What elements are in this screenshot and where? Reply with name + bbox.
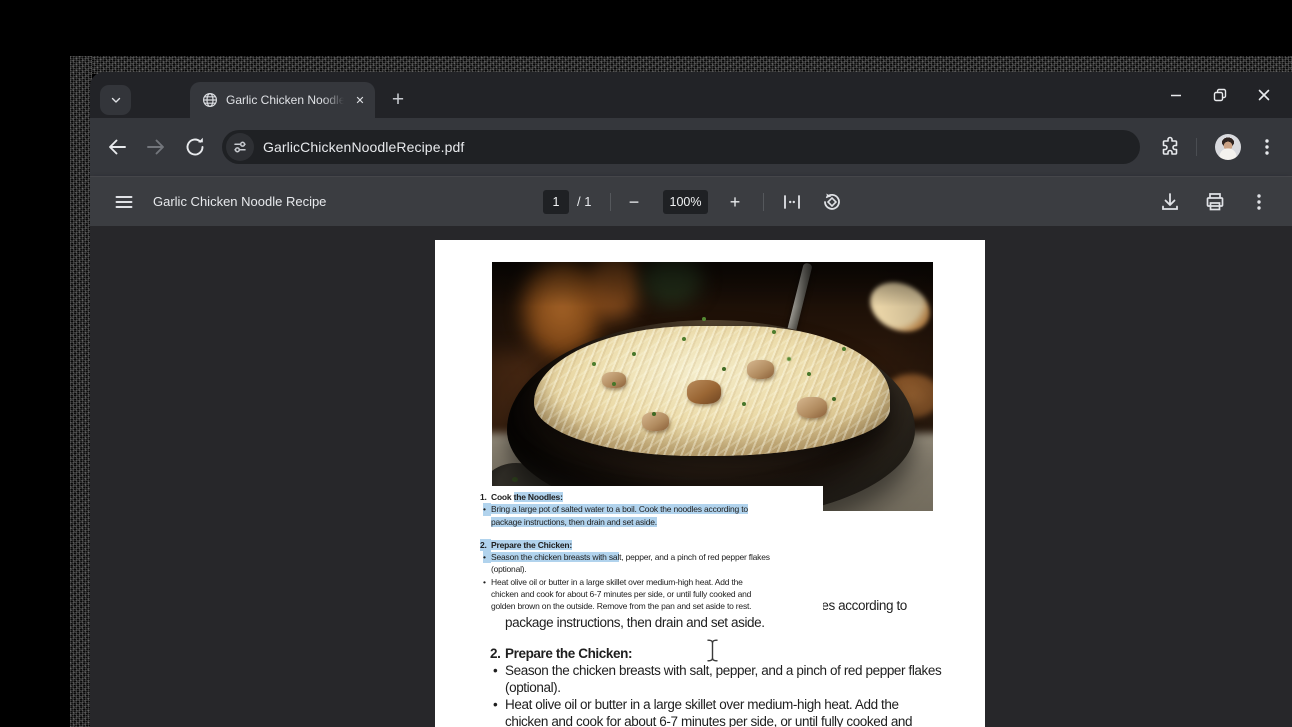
recipe-line: (optional). <box>491 563 823 575</box>
page-number-input[interactable]: 1 <box>543 190 569 214</box>
tab-search-button[interactable] <box>100 85 131 115</box>
kebab-icon <box>1255 135 1279 159</box>
pdf-toolbar-divider <box>763 193 764 211</box>
minimize-icon <box>1169 88 1183 102</box>
rotate-ccw-icon <box>820 190 844 214</box>
rotate-button[interactable] <box>820 190 844 214</box>
forward-button[interactable] <box>144 135 168 159</box>
close-icon <box>1257 88 1271 102</box>
recipe-line: •Heat olive oil or butter in a large ski… <box>483 576 823 588</box>
puzzle-icon <box>1158 135 1182 159</box>
url-text[interactable]: GarlicChickenNoodleRecipe.pdf <box>263 139 464 155</box>
pdf-toolbar: Garlic Chicken Noodle Recipe 1 / 1 − 100… <box>90 176 1292 226</box>
download-button[interactable] <box>1158 190 1182 214</box>
hamburger-icon <box>112 190 136 214</box>
close-window-button[interactable] <box>1242 72 1286 118</box>
zoom-level-input[interactable]: 100% <box>663 190 708 214</box>
back-button[interactable] <box>105 135 129 159</box>
pdf-toolbar-divider <box>610 193 611 211</box>
browser-toolbar: GarlicChickenNoodleRecipe.pdf <box>90 118 1292 176</box>
tab-garlic-chicken-noodle-recipe[interactable]: Garlic Chicken Noodle Recipe ✕ <box>190 82 375 118</box>
pdf-more-button[interactable] <box>1247 190 1271 214</box>
new-tab-button[interactable]: + <box>383 85 413 115</box>
download-icon <box>1158 190 1182 214</box>
minimize-button[interactable] <box>1154 72 1198 118</box>
recipe-line: •Bring a large pot of salted water to a … <box>483 503 823 515</box>
tab-strip: Garlic Chicken Noodle Recipe ✕ + <box>90 72 1292 118</box>
pdf-document-title: Garlic Chicken Noodle Recipe <box>153 177 326 227</box>
recipe-line: •Heat olive oil or butter in a large ski… <box>493 696 985 713</box>
recipe-line: (optional). <box>505 679 985 696</box>
tab-title: Garlic Chicken Noodle Recipe <box>226 82 344 118</box>
screen-noise-left <box>70 56 92 727</box>
toolbar-divider <box>1196 138 1197 156</box>
print-icon <box>1203 190 1227 214</box>
site-settings-button[interactable] <box>226 133 254 161</box>
tune-icon <box>232 139 248 155</box>
food-photo <box>492 262 933 511</box>
restore-button[interactable] <box>1198 72 1242 118</box>
recipe-line: •Season the chicken breasts with salt, p… <box>493 662 985 679</box>
kebab-icon <box>1247 190 1271 214</box>
recipe-line: package instructions, then drain and set… <box>505 614 985 631</box>
window-controls <box>1154 72 1286 118</box>
print-button[interactable] <box>1203 190 1227 214</box>
address-bar[interactable]: GarlicChickenNoodleRecipe.pdf <box>222 130 1140 164</box>
chevron-down-icon <box>109 93 123 107</box>
restore-icon <box>1212 87 1228 103</box>
recipe-line: chicken and cook for about 6-7 minutes p… <box>505 713 985 727</box>
pdf-viewer[interactable]: 1.Cook the Noodles:•Bring a large pot of… <box>90 226 1292 727</box>
zoom-out-button[interactable]: − <box>622 190 646 214</box>
photo-vignette <box>492 262 933 511</box>
recipe-line: •Season the chicken breasts with salt, p… <box>483 551 823 563</box>
arrow-right-icon <box>144 135 168 159</box>
zoom-in-button[interactable]: + <box>723 190 747 214</box>
recipe-line: golden brown on the outside. Remove from… <box>491 600 823 612</box>
globe-icon <box>202 92 218 108</box>
recipe-line: package instructions, then drain and set… <box>491 516 823 528</box>
page-count: / 1 <box>577 177 591 227</box>
reload-icon <box>183 135 207 159</box>
text-cursor-icon <box>706 639 719 662</box>
fit-width-button[interactable] <box>780 190 804 214</box>
pdf-menu-button[interactable] <box>112 190 136 214</box>
recipe-line: 1.Cook the Noodles: <box>480 491 823 503</box>
recipe-line: 2.Prepare the Chicken: <box>480 539 823 551</box>
arrow-left-icon <box>105 135 129 159</box>
screenshot-root: { "browser": { "tab_search_icon": "chevr… <box>0 0 1292 727</box>
reload-button[interactable] <box>183 135 207 159</box>
tab-close-icon[interactable]: ✕ <box>352 92 368 108</box>
selection-drag-preview: 1.Cook the Noodles:•Bring a large pot of… <box>437 486 823 613</box>
browser-menu-button[interactable] <box>1255 135 1279 159</box>
profile-avatar[interactable] <box>1215 134 1241 160</box>
recipe-line: 2.Prepare the Chicken: <box>490 645 985 662</box>
recipe-line: chicken and cook for about 6-7 minutes p… <box>491 588 823 600</box>
fit-width-icon <box>780 190 804 214</box>
browser-window: Garlic Chicken Noodle Recipe ✕ + <box>90 72 1292 727</box>
pdf-page[interactable]: 1.Cook the Noodles:•Bring a large pot of… <box>435 240 985 727</box>
extensions-button[interactable] <box>1158 135 1182 159</box>
